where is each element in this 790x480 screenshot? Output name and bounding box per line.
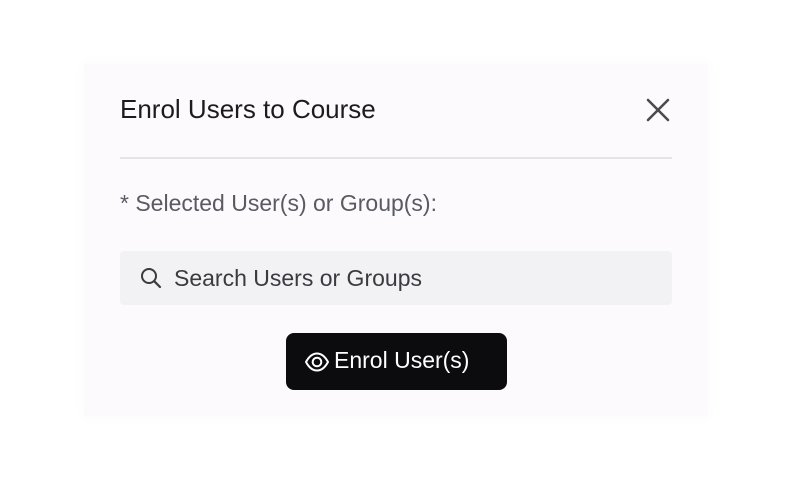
- search-icon: [141, 268, 162, 289]
- enrol-button-label: Enrol User(s): [334, 347, 470, 373]
- eye-icon: [305, 352, 329, 372]
- selected-users-label: * Selected User(s) or Group(s):: [120, 190, 437, 216]
- search-input[interactable]: [174, 251, 664, 305]
- search-box[interactable]: [120, 251, 672, 305]
- enrol-users-modal: Enrol Users to Course * Selected User(s)…: [84, 64, 708, 416]
- enrol-users-button[interactable]: Enrol User(s): [286, 333, 507, 390]
- modal-title: Enrol Users to Course: [120, 94, 376, 124]
- header-divider: [120, 157, 672, 159]
- close-icon: [646, 98, 670, 122]
- close-button[interactable]: [644, 96, 672, 124]
